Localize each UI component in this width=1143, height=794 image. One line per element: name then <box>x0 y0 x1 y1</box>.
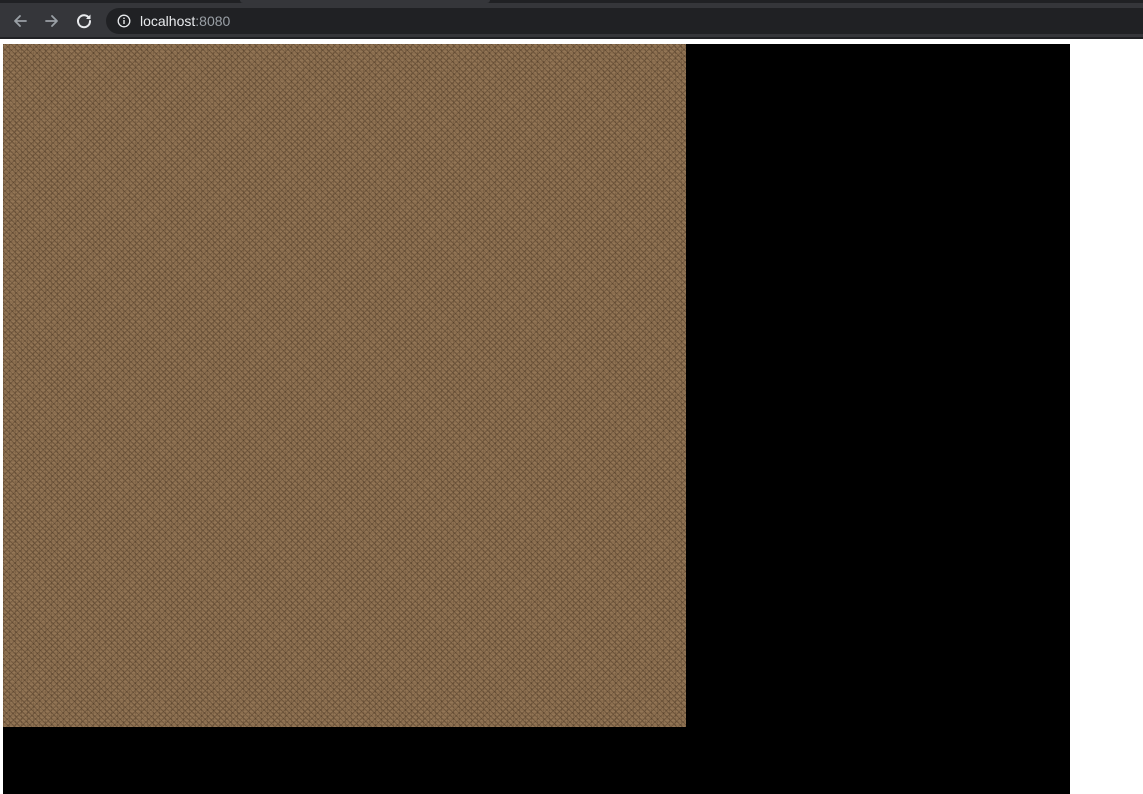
url-port: :8080 <box>195 13 231 29</box>
url-text[interactable]: localhost:8080 <box>140 8 230 34</box>
url-host: localhost <box>140 13 196 29</box>
forward-button[interactable] <box>40 9 64 33</box>
address-bar[interactable]: localhost:8080 <box>106 8 1143 34</box>
game-canvas[interactable] <box>3 44 1070 794</box>
back-arrow-icon <box>14 15 27 27</box>
reload-button[interactable] <box>72 9 96 33</box>
back-button[interactable] <box>8 9 32 33</box>
browser-toolbar: localhost:8080 <box>0 3 1143 37</box>
dirt-texture-tile <box>3 44 686 727</box>
reload-icon <box>77 14 92 29</box>
info-icon[interactable] <box>116 13 132 29</box>
forward-arrow-icon <box>45 15 58 27</box>
page-viewport <box>0 39 1143 794</box>
